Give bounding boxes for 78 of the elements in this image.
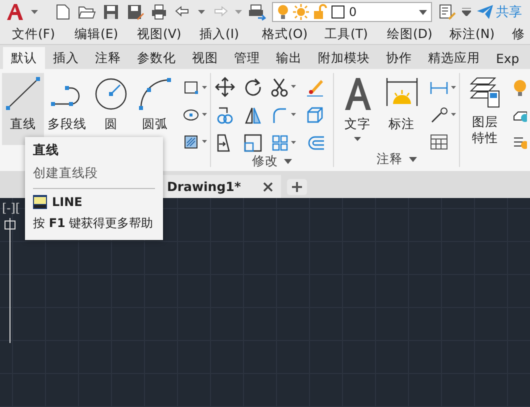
rectangle-icon[interactable] (182, 79, 208, 97)
ribbon-tab[interactable]: 管理 (226, 47, 268, 69)
hatch-icon[interactable] (182, 133, 208, 151)
light-bulb-icon[interactable] (512, 79, 527, 97)
ribbon-tab[interactable]: 输出 (268, 47, 310, 69)
new-tab-button[interactable] (286, 178, 307, 194)
caret-icon[interactable] (31, 10, 38, 14)
menu-item[interactable]: 工具(T) (324, 26, 387, 42)
line-icon (5, 76, 41, 112)
ribbon-tab[interactable]: 附加模块 (310, 47, 378, 69)
menu-item[interactable]: 修 (512, 26, 530, 42)
tooltip-title: 直线 (33, 142, 59, 159)
dimension-tool-button[interactable]: 标注 (380, 73, 423, 145)
caret-icon (408, 157, 417, 162)
draw-tool-button[interactable]: 直线 (2, 73, 44, 145)
caret-icon[interactable] (198, 10, 205, 14)
move-icon[interactable] (215, 77, 236, 97)
paper-plane-icon (477, 5, 493, 19)
command-name: LINE (52, 195, 82, 209)
draw-tool-button[interactable]: 圆弧 (134, 73, 176, 145)
sun-icon (293, 4, 309, 20)
close-icon[interactable] (262, 182, 273, 192)
ribbon-tab[interactable]: 参数化 (129, 47, 184, 69)
layers-icon (468, 76, 501, 110)
caret-icon[interactable] (462, 8, 471, 16)
caret-icon (284, 159, 292, 164)
ribbon-tab[interactable]: 注释 (87, 47, 129, 69)
plot-icon[interactable] (248, 3, 266, 21)
menu-item[interactable]: 编辑(E) (74, 26, 137, 42)
caret-icon (354, 137, 362, 141)
text-tool-button[interactable]: 文字 (336, 73, 379, 145)
color-swatch-icon (331, 5, 345, 19)
layer-dropdown[interactable]: 0 (272, 2, 432, 22)
menu-item[interactable]: 绘图(D) (387, 26, 450, 42)
menu-item[interactable]: 文件(F) (12, 26, 74, 42)
layer-state-icon[interactable] (438, 3, 456, 21)
crosshair-cursor-icon (4, 218, 16, 343)
ribbon-tab[interactable]: 协作 (378, 47, 420, 69)
arc-icon (137, 76, 173, 112)
light-bulb-icon (277, 4, 289, 20)
letter-a-icon (342, 76, 373, 112)
save-as-icon[interactable] (126, 3, 144, 21)
ribbon-tab[interactable]: 插入 (45, 47, 87, 69)
mirror-icon[interactable] (243, 105, 264, 125)
layer-name: 0 (349, 5, 357, 19)
linear-dimension-icon[interactable] (428, 79, 457, 97)
viewport-controls[interactable]: [-][ (2, 201, 20, 215)
draw-tool-button[interactable]: 圆 (90, 73, 132, 145)
array-icon[interactable] (271, 133, 298, 153)
ribbon-tab[interactable]: 精选应用 (420, 47, 488, 69)
menu-item[interactable]: 视图(V) (137, 26, 200, 42)
caret-icon (419, 10, 427, 14)
rotate-icon[interactable] (243, 77, 264, 97)
file-tab-label: Drawing1* (167, 179, 241, 194)
ribbon-tab[interactable]: 视图 (184, 47, 226, 69)
circle-icon (93, 76, 129, 112)
scale-icon[interactable] (243, 133, 264, 153)
pencil-icon[interactable] (305, 77, 326, 97)
help-hint: 按 F1 键获得更多帮助 (33, 215, 154, 232)
ribbon-tab[interactable]: 默认 (3, 47, 45, 69)
panel-title[interactable]: 修改 (252, 153, 292, 170)
menu-item[interactable]: 标注(N) (450, 26, 512, 42)
menu-item[interactable]: 插入(I) (200, 26, 262, 42)
new-file-icon[interactable] (54, 3, 72, 21)
copy-icon[interactable] (215, 105, 236, 125)
plus-icon (292, 182, 302, 192)
save-icon[interactable] (102, 3, 120, 21)
printer-icon[interactable] (150, 3, 168, 21)
layer-properties-button[interactable]: 图层特性 (462, 73, 507, 146)
app-logo-icon[interactable] (5, 3, 25, 21)
menu-item[interactable]: 格式(O) (262, 26, 324, 42)
unlocked-padlock-icon (313, 4, 327, 20)
cube-icon[interactable] (305, 105, 326, 125)
ribbon-tab[interactable]: Exp (488, 47, 528, 69)
scissors-icon[interactable] (271, 77, 298, 97)
tooltip-description: 创建直线段 (33, 165, 98, 182)
file-tab[interactable]: Drawing1* (163, 175, 281, 198)
panel-title[interactable]: 注释 (376, 151, 417, 168)
